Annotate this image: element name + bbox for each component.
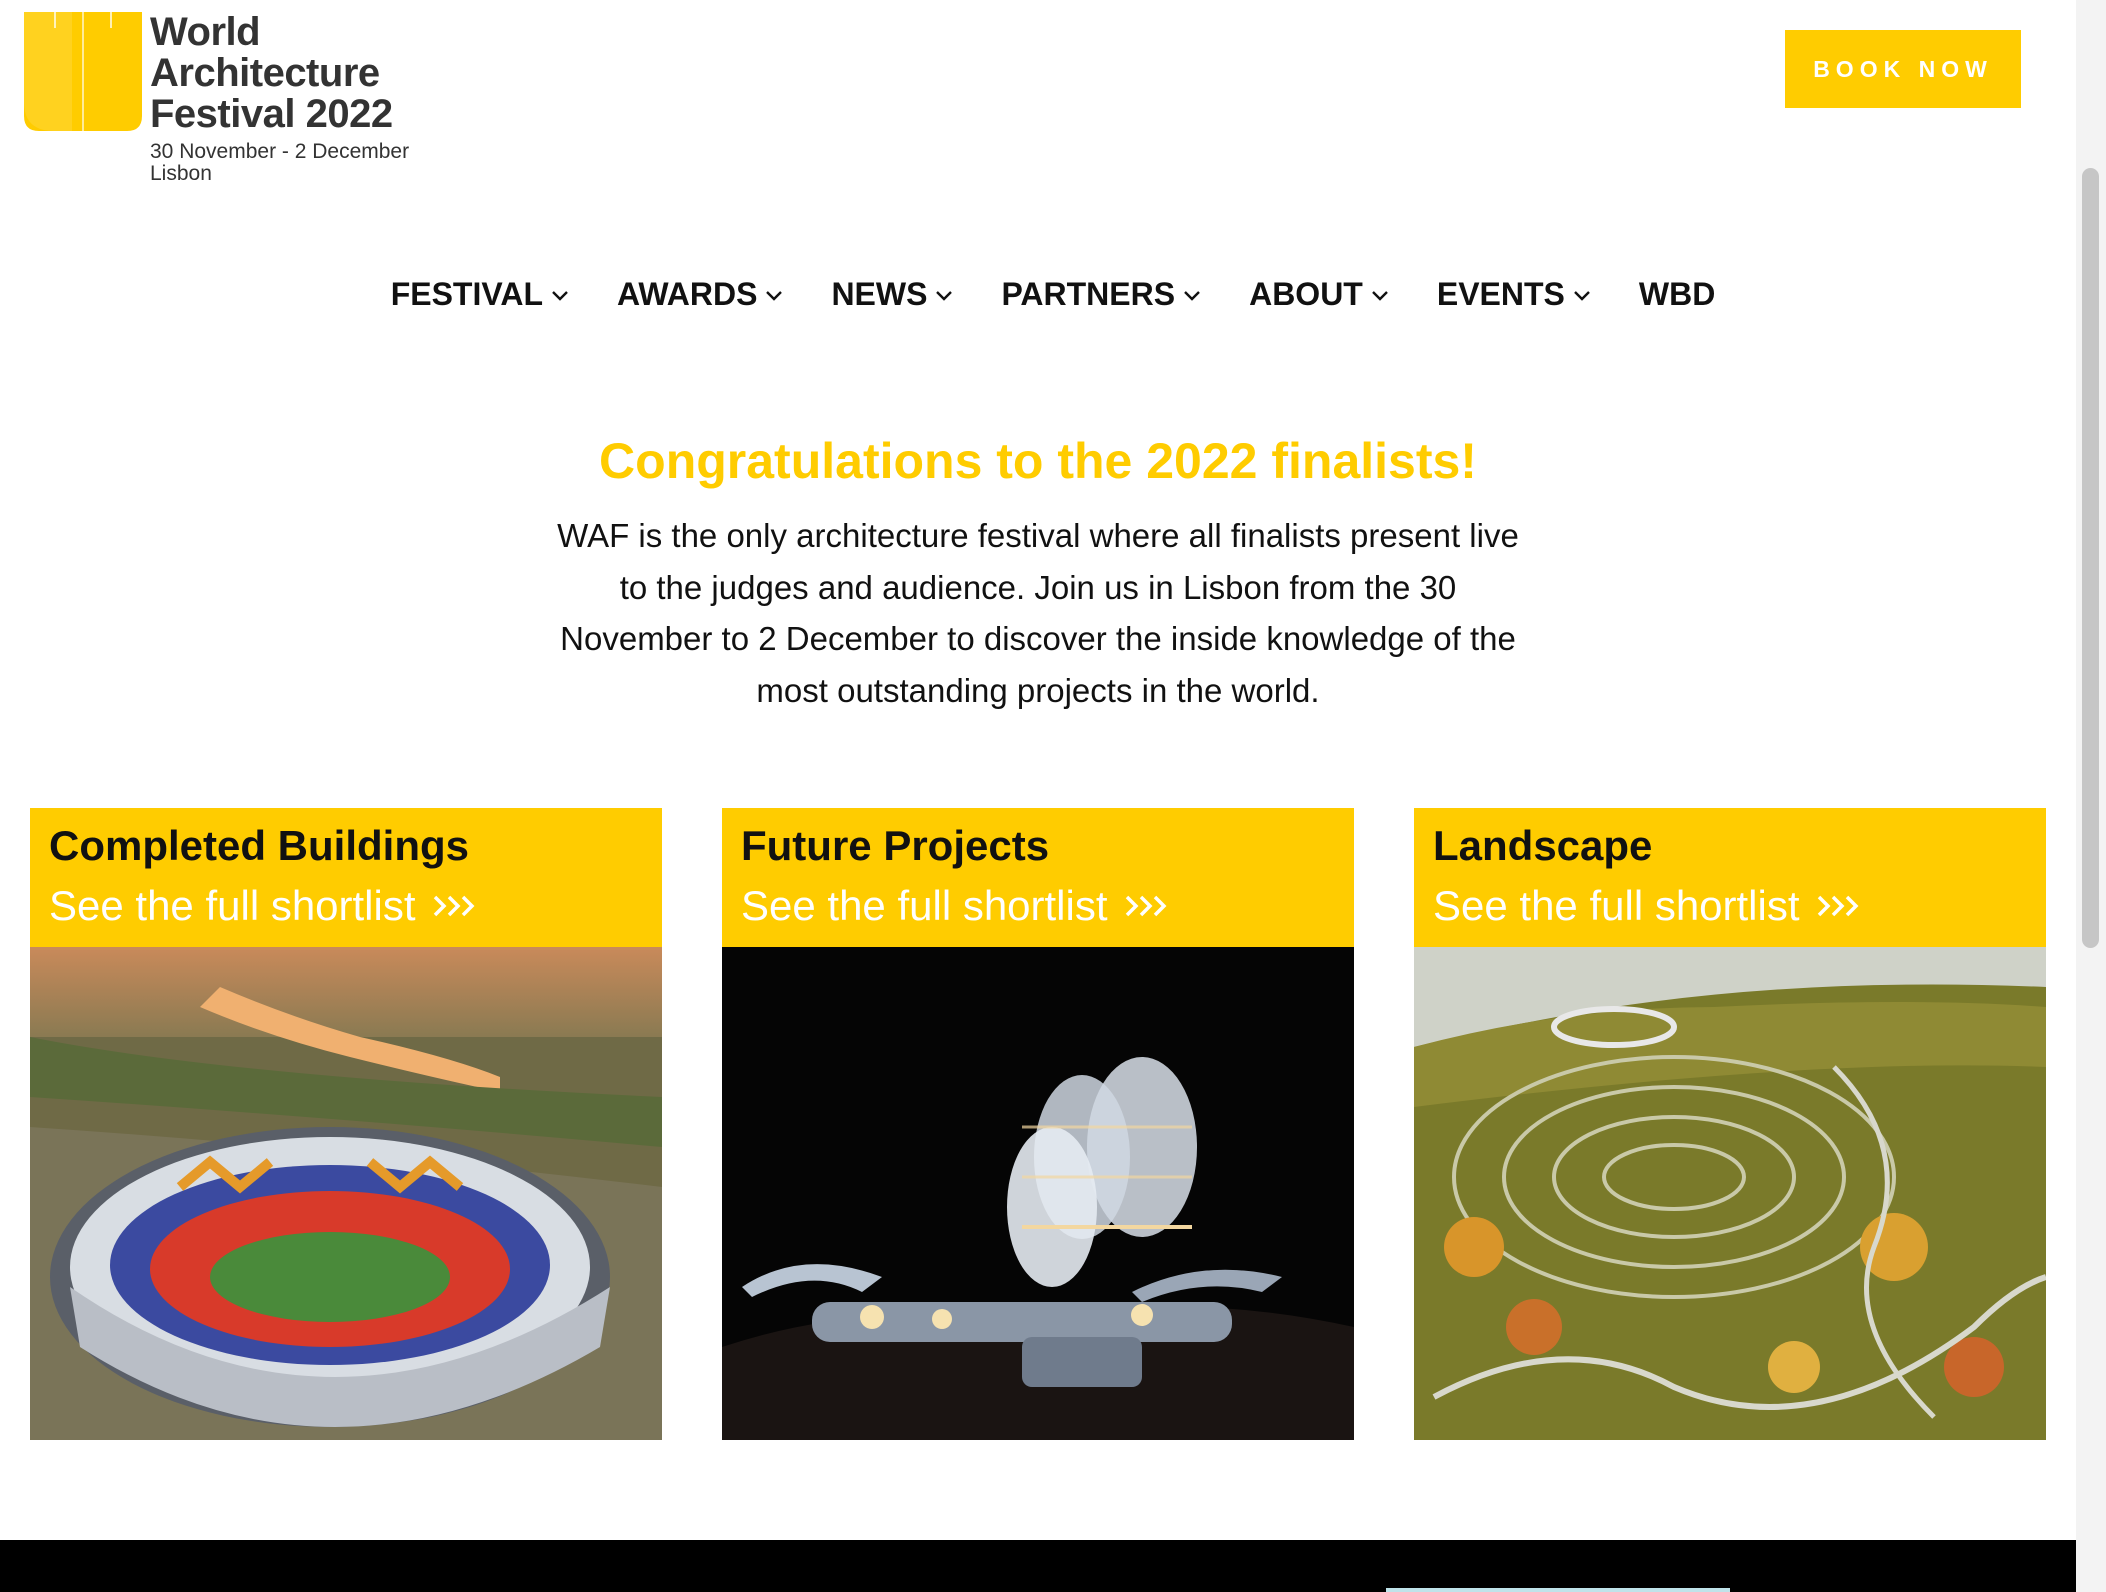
festival-logo[interactable]: World Architecture Festival 2022 30 Nove… bbox=[24, 10, 420, 185]
landscape-illustration bbox=[1414, 947, 2046, 1440]
logo-mark-icon bbox=[24, 12, 142, 131]
chevron-down-icon bbox=[1371, 290, 1388, 301]
shortlist-link-label: See the full shortlist bbox=[49, 882, 416, 929]
logo-dates: 30 November - 2 December bbox=[150, 140, 410, 163]
card-header: Future Projects See the full shortlist bbox=[722, 808, 1354, 947]
triple-chevron-right-icon bbox=[1125, 895, 1166, 917]
card-completed-buildings[interactable]: Completed Buildings See the full shortli… bbox=[30, 808, 662, 1440]
nav-item-wbd[interactable]: WBD bbox=[1639, 276, 1715, 313]
book-now-button[interactable]: BOOK NOW bbox=[1785, 30, 2021, 108]
card-title: Completed Buildings bbox=[49, 822, 469, 869]
card-title: Future Projects bbox=[741, 822, 1050, 869]
nav-item-about[interactable]: ABOUT bbox=[1249, 276, 1389, 313]
logo-city: Lisbon bbox=[150, 162, 212, 185]
nav-item-label: PARTNERS bbox=[1001, 276, 1176, 312]
scrollbar-thumb[interactable] bbox=[2082, 168, 2099, 948]
shortlist-link[interactable]: See the full shortlist bbox=[49, 882, 478, 930]
footer-bar bbox=[0, 1540, 2076, 1592]
nav-item-label: NEWS bbox=[831, 276, 928, 312]
triple-chevron-right-icon bbox=[433, 895, 474, 917]
footer-accent-element bbox=[1386, 1588, 1730, 1592]
card-title: Landscape bbox=[1433, 822, 1653, 869]
chevron-down-icon bbox=[1574, 290, 1590, 301]
chevron-down-icon bbox=[936, 290, 953, 301]
card-future-projects[interactable]: Future Projects See the full shortlist bbox=[722, 808, 1354, 1440]
futuristic-pods-render[interactable] bbox=[722, 947, 1354, 1440]
shortlist-link[interactable]: See the full shortlist bbox=[741, 882, 1170, 930]
card-landscape[interactable]: Landscape See the full shortlist bbox=[1414, 808, 2046, 1440]
nav-item-awards[interactable]: AWARDS bbox=[617, 276, 783, 313]
shortlist-link[interactable]: See the full shortlist bbox=[1433, 882, 1862, 930]
nav-item-label: EVENTS bbox=[1436, 276, 1565, 312]
nav-item-partners[interactable]: PARTNERS bbox=[1001, 276, 1201, 313]
nav-item-news[interactable]: NEWS bbox=[831, 276, 953, 313]
card-header: Landscape See the full shortlist bbox=[1414, 808, 2046, 947]
terraced-landscape-photo[interactable] bbox=[1414, 947, 2046, 1440]
pods-illustration bbox=[722, 947, 1354, 1440]
chevron-down-icon bbox=[1184, 290, 1200, 301]
nav-item-label: WBD bbox=[1638, 276, 1716, 312]
chevron-down-icon bbox=[766, 290, 783, 301]
nav-item-events[interactable]: EVENTS bbox=[1437, 276, 1591, 313]
main-nav: FESTIVAL AWARDS NEWS PARTNERS ABOUT EVEN… bbox=[0, 276, 2106, 313]
shortlist-link-label: See the full shortlist bbox=[741, 882, 1108, 929]
nav-item-label: FESTIVAL bbox=[390, 276, 543, 312]
stadium-photo[interactable] bbox=[30, 947, 662, 1440]
chevron-down-icon bbox=[552, 290, 568, 301]
page-title: Congratulations to the 2022 finalists! bbox=[599, 433, 1477, 489]
logo-line-3: Festival 2022 bbox=[150, 92, 393, 136]
logo-line-1: World bbox=[150, 10, 261, 54]
logo-line-2: Architecture bbox=[150, 51, 380, 95]
card-header: Completed Buildings See the full shortli… bbox=[30, 808, 662, 947]
stadium-illustration bbox=[30, 947, 662, 1440]
nav-item-festival[interactable]: FESTIVAL bbox=[391, 276, 569, 313]
nav-item-label: AWARDS bbox=[616, 276, 758, 312]
shortlist-link-label: See the full shortlist bbox=[1433, 882, 1800, 929]
intro-text: WAF is the only architecture festival wh… bbox=[557, 517, 1519, 709]
nav-item-label: ABOUT bbox=[1249, 276, 1363, 312]
triple-chevron-right-icon bbox=[1817, 895, 1858, 917]
